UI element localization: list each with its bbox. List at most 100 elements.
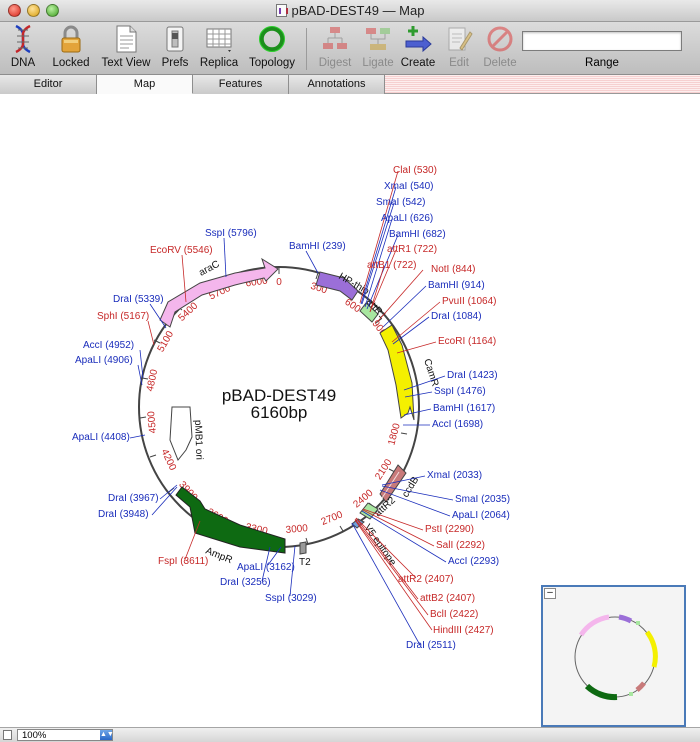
create-arrow-icon	[405, 26, 432, 53]
tick-label: 4800	[145, 368, 160, 392]
tick-label: 0	[276, 277, 282, 288]
replica-button[interactable]: Replica	[197, 24, 241, 74]
replica-plate-icon	[206, 28, 232, 52]
site-label[interactable]: DraI (1423)	[447, 370, 498, 381]
padlock-icon	[61, 25, 81, 53]
digest-button[interactable]: Digest	[314, 24, 356, 74]
edit-button-label: Edit	[449, 57, 469, 69]
ligate-button-label: Ligate	[362, 57, 394, 69]
tab-features[interactable]: Features	[193, 75, 289, 94]
site-label[interactable]: attB2 (2407)	[420, 593, 475, 604]
site-label[interactable]: SalI (2292)	[436, 540, 485, 551]
edit-pencil-icon	[448, 27, 473, 51]
site-label[interactable]: XmaI (540)	[384, 181, 433, 192]
tick-label: 4500	[146, 410, 159, 434]
tick-label: 5100	[156, 329, 177, 354]
page-icon	[3, 730, 12, 740]
site-label[interactable]: SmaI (542)	[376, 197, 425, 208]
site-label[interactable]: PstI (2290)	[425, 524, 474, 535]
site-label[interactable]: ApaLI (626)	[381, 213, 433, 224]
site-label[interactable]: SspI (1476)	[434, 386, 486, 397]
document-icon	[275, 4, 288, 17]
site-label[interactable]: SmaI (2035)	[455, 494, 510, 505]
tick-label: 2700	[320, 509, 345, 528]
site-label[interactable]: ApaLI (3162)	[237, 562, 295, 573]
site-label[interactable]: DraI (5339)	[113, 294, 164, 305]
text-document-icon	[116, 25, 137, 53]
range-input[interactable]	[522, 31, 682, 51]
site-label[interactable]: DraI (3967)	[108, 493, 159, 504]
locked-button-label: Locked	[52, 57, 90, 69]
plasmid-map-view[interactable]: 0 300 600 900 1200 1500 1800 2100 2400 2…	[0, 95, 700, 727]
create-button-label: Create	[400, 57, 436, 69]
site-label[interactable]: AccI (1698)	[432, 419, 483, 430]
zoom-value: 100%	[22, 730, 47, 741]
site-label[interactable]: ApaLI (2064)	[452, 510, 510, 521]
dna-button-label: DNA	[10, 57, 36, 69]
site-label[interactable]: BamHI (682)	[389, 229, 446, 240]
dna-button[interactable]: DNA	[6, 24, 40, 74]
feature-t2[interactable]	[299, 541, 307, 555]
site-label[interactable]: HindIII (2427)	[433, 625, 494, 636]
tab-annotations[interactable]: Annotations	[289, 75, 385, 94]
plasmid-map-window: pBAD-DEST49 — Map DNA Locked Text View P…	[0, 0, 700, 742]
view-tabs: Editor Map Features Annotations	[0, 75, 700, 94]
tick-label: 1800	[386, 422, 402, 447]
site-label[interactable]: AccI (4952)	[83, 340, 134, 351]
create-button[interactable]: Create	[398, 24, 438, 74]
feature-camr[interactable]	[379, 324, 415, 421]
site-label[interactable]: DraI (3948)	[98, 509, 149, 520]
site-label[interactable]: AccI (2293)	[448, 556, 499, 567]
site-label[interactable]: SspI (5796)	[205, 228, 257, 239]
text-view-button-label: Text View	[101, 57, 151, 69]
ligate-button[interactable]: Ligate	[358, 24, 398, 74]
site-label[interactable]: FspI (3611)	[158, 556, 208, 567]
plasmid-size: 6160bp	[251, 403, 308, 422]
prefs-button[interactable]: Prefs	[158, 24, 192, 74]
ligate-icon	[366, 28, 390, 50]
zoom-select[interactable]: 100% ▲▼	[17, 729, 114, 741]
locked-button[interactable]: Locked	[50, 24, 92, 74]
prefs-button-label: Prefs	[161, 57, 189, 69]
site-label[interactable]: PvuII (1064)	[442, 296, 496, 307]
site-label[interactable]: BamHI (239)	[289, 241, 346, 252]
site-label[interactable]: SspI (3029)	[265, 593, 317, 604]
site-label[interactable]: EcoRI (1164)	[438, 336, 496, 347]
site-label[interactable]: ClaI (530)	[393, 165, 437, 176]
site-label[interactable]: DraI (3256)	[220, 577, 271, 588]
site-label[interactable]: NotI (844)	[431, 264, 475, 275]
circle-topology-icon	[259, 26, 285, 52]
map-overview-panel[interactable]: –	[541, 585, 686, 727]
digest-button-label: Digest	[318, 57, 352, 69]
replica-button-label: Replica	[199, 57, 239, 69]
feature-pmb1-ori[interactable]	[169, 406, 193, 461]
digest-icon	[323, 27, 347, 49]
tab-editor[interactable]: Editor	[0, 75, 97, 94]
collapse-overview-button[interactable]: –	[544, 588, 556, 599]
tab-map[interactable]: Map	[97, 75, 193, 94]
tick-label: 3000	[285, 523, 309, 536]
chevron-updown-icon: ▲▼	[100, 730, 114, 740]
feature-label: ccdB	[400, 475, 421, 500]
overview-map	[574, 614, 658, 701]
site-label[interactable]: XmaI (2033)	[427, 470, 482, 481]
feature-ampr[interactable]	[175, 486, 286, 554]
text-view-button[interactable]: Text View	[98, 24, 154, 74]
topology-button-label: Topology	[248, 57, 296, 69]
edit-button[interactable]: Edit	[442, 24, 476, 74]
delete-button[interactable]: Delete	[480, 24, 520, 74]
site-label[interactable]: SphI (5167)	[97, 311, 149, 322]
site-label[interactable]: EcoRV (5546)	[150, 245, 213, 256]
topology-button[interactable]: Topology	[245, 24, 299, 74]
site-label[interactable]: BclI (2422)	[430, 609, 478, 620]
site-label[interactable]: ApaLI (4906)	[75, 355, 133, 366]
site-label[interactable]: attB1 (722)	[367, 260, 416, 271]
toolbar: DNA Locked Text View Prefs Replica Topol…	[0, 22, 700, 75]
site-label[interactable]: attR2 (2407)	[398, 574, 454, 585]
site-label[interactable]: ApaLI (4408)	[72, 432, 130, 443]
site-label[interactable]: BamHI (1617)	[433, 403, 495, 414]
site-label[interactable]: attR1 (722)	[387, 244, 437, 255]
site-label[interactable]: DraI (1084)	[431, 311, 482, 322]
site-label[interactable]: DraI (2511)	[406, 640, 456, 651]
site-label[interactable]: BamHI (914)	[428, 280, 485, 291]
